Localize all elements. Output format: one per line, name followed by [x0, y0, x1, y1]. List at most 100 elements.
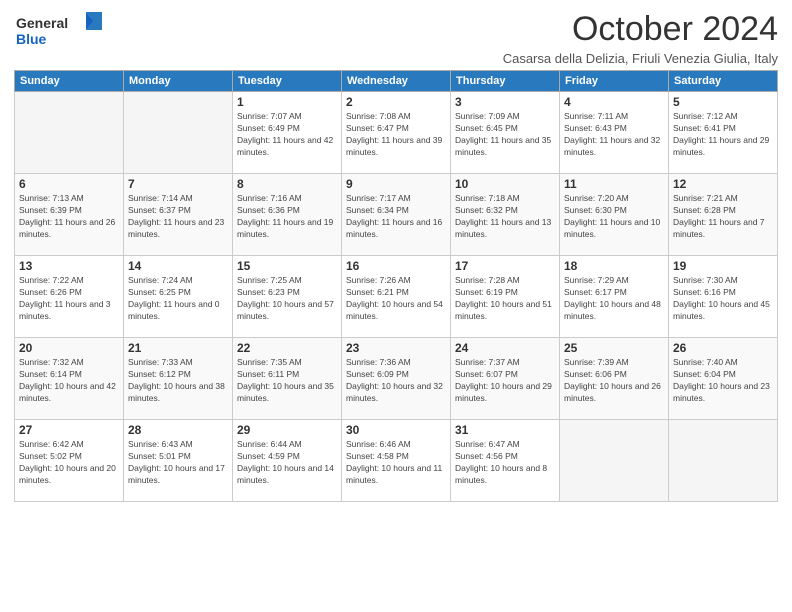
day-info: Sunrise: 7:26 AMSunset: 6:21 PMDaylight:…: [346, 275, 446, 323]
day-number: 10: [455, 177, 555, 191]
day-number: 6: [19, 177, 119, 191]
day-info: Sunrise: 6:42 AMSunset: 5:02 PMDaylight:…: [19, 439, 119, 487]
calendar-cell: 13 Sunrise: 7:22 AMSunset: 6:26 PMDayligh…: [15, 256, 124, 338]
day-info: Sunrise: 7:33 AMSunset: 6:12 PMDaylight:…: [128, 357, 228, 405]
calendar-cell: 11 Sunrise: 7:20 AMSunset: 6:30 PMDayligh…: [560, 174, 669, 256]
day-number: 23: [346, 341, 446, 355]
col-tuesday: Tuesday: [233, 71, 342, 92]
day-info: Sunrise: 7:25 AMSunset: 6:23 PMDaylight:…: [237, 275, 337, 323]
col-friday: Friday: [560, 71, 669, 92]
day-info: Sunrise: 7:16 AMSunset: 6:36 PMDaylight:…: [237, 193, 337, 241]
day-number: 17: [455, 259, 555, 273]
day-number: 5: [673, 95, 773, 109]
day-info: Sunrise: 7:09 AMSunset: 6:45 PMDaylight:…: [455, 111, 555, 159]
col-sunday: Sunday: [15, 71, 124, 92]
day-number: 28: [128, 423, 228, 437]
calendar-cell: 2Sunrise: 7:08 AMSunset: 6:47 PMDaylight…: [342, 92, 451, 174]
calendar-cell: 25 Sunrise: 7:39 AMSunset: 6:06 PMDayligh…: [560, 338, 669, 420]
svg-text:General: General: [16, 15, 68, 31]
calendar-table: Sunday Monday Tuesday Wednesday Thursday…: [14, 70, 778, 502]
title-block: October 2024 Casarsa della Delizia, Friu…: [503, 10, 778, 66]
calendar-cell: 16 Sunrise: 7:26 AMSunset: 6:21 PMDayligh…: [342, 256, 451, 338]
day-number: 31: [455, 423, 555, 437]
day-info: Sunrise: 7:36 AMSunset: 6:09 PMDaylight:…: [346, 357, 446, 405]
day-info: Sunrise: 7:39 AMSunset: 6:06 PMDaylight:…: [564, 357, 664, 405]
day-info: Sunrise: 7:29 AMSunset: 6:17 PMDaylight:…: [564, 275, 664, 323]
day-number: 13: [19, 259, 119, 273]
calendar-row-5: 27Sunrise: 6:42 AMSunset: 5:02 PMDayligh…: [15, 420, 778, 502]
calendar-cell: 21 Sunrise: 7:33 AMSunset: 6:12 PMDayligh…: [124, 338, 233, 420]
calendar-row-4: 20 Sunrise: 7:32 AMSunset: 6:14 PMDayligh…: [15, 338, 778, 420]
day-number: 9: [346, 177, 446, 191]
calendar-cell: 3Sunrise: 7:09 AMSunset: 6:45 PMDaylight…: [451, 92, 560, 174]
day-info: Sunrise: 7:40 AMSunset: 6:04 PMDaylight:…: [673, 357, 773, 405]
col-saturday: Saturday: [669, 71, 778, 92]
logo: General Blue: [14, 10, 104, 48]
calendar-cell: 8 Sunrise: 7:16 AMSunset: 6:36 PMDaylight…: [233, 174, 342, 256]
calendar-cell: 18 Sunrise: 7:29 AMSunset: 6:17 PMDayligh…: [560, 256, 669, 338]
calendar-cell: [669, 420, 778, 502]
calendar-cell: 17Sunrise: 7:28 AMSunset: 6:19 PMDayligh…: [451, 256, 560, 338]
day-number: 11: [564, 177, 664, 191]
month-title: October 2024: [503, 10, 778, 49]
day-number: 7: [128, 177, 228, 191]
calendar-row-3: 13 Sunrise: 7:22 AMSunset: 6:26 PMDayligh…: [15, 256, 778, 338]
calendar-cell: 28 Sunrise: 6:43 AMSunset: 5:01 PMDayligh…: [124, 420, 233, 502]
day-number: 19: [673, 259, 773, 273]
calendar-cell: 26 Sunrise: 7:40 AMSunset: 6:04 PMDayligh…: [669, 338, 778, 420]
calendar-cell: 14Sunrise: 7:24 AMSunset: 6:25 PMDayligh…: [124, 256, 233, 338]
location: Casarsa della Delizia, Friuli Venezia Gi…: [503, 51, 778, 66]
calendar-row-1: 1Sunrise: 7:07 AMSunset: 6:49 PMDaylight…: [15, 92, 778, 174]
calendar-row-2: 6Sunrise: 7:13 AMSunset: 6:39 PMDaylight…: [15, 174, 778, 256]
day-number: 16: [346, 259, 446, 273]
day-info: Sunrise: 7:22 AMSunset: 6:26 PMDaylight:…: [19, 275, 119, 323]
day-number: 15: [237, 259, 337, 273]
day-info: Sunrise: 7:32 AMSunset: 6:14 PMDaylight:…: [19, 357, 119, 405]
day-number: 12: [673, 177, 773, 191]
day-info: Sunrise: 6:47 AMSunset: 4:56 PMDaylight:…: [455, 439, 555, 487]
calendar-cell: 4 Sunrise: 7:11 AMSunset: 6:43 PMDaylight…: [560, 92, 669, 174]
calendar-cell: 19Sunrise: 7:30 AMSunset: 6:16 PMDayligh…: [669, 256, 778, 338]
day-number: 30: [346, 423, 446, 437]
day-number: 18: [564, 259, 664, 273]
col-thursday: Thursday: [451, 71, 560, 92]
day-info: Sunrise: 7:11 AMSunset: 6:43 PMDaylight:…: [564, 111, 664, 159]
page: General Blue October 2024 Casarsa della …: [0, 0, 792, 510]
calendar-cell: 24Sunrise: 7:37 AMSunset: 6:07 PMDayligh…: [451, 338, 560, 420]
day-number: 8: [237, 177, 337, 191]
day-info: Sunrise: 7:14 AMSunset: 6:37 PMDaylight:…: [128, 193, 228, 241]
day-info: Sunrise: 6:44 AMSunset: 4:59 PMDaylight:…: [237, 439, 337, 487]
day-info: Sunrise: 6:43 AMSunset: 5:01 PMDaylight:…: [128, 439, 228, 487]
day-info: Sunrise: 7:07 AMSunset: 6:49 PMDaylight:…: [237, 111, 337, 159]
day-number: 21: [128, 341, 228, 355]
calendar-cell: 5Sunrise: 7:12 AMSunset: 6:41 PMDaylight…: [669, 92, 778, 174]
day-info: Sunrise: 7:35 AMSunset: 6:11 PMDaylight:…: [237, 357, 337, 405]
day-info: Sunrise: 7:21 AMSunset: 6:28 PMDaylight:…: [673, 193, 773, 241]
calendar-cell: [560, 420, 669, 502]
calendar-cell: 10 Sunrise: 7:18 AMSunset: 6:32 PMDayligh…: [451, 174, 560, 256]
day-number: 14: [128, 259, 228, 273]
calendar-cell: 22 Sunrise: 7:35 AMSunset: 6:11 PMDayligh…: [233, 338, 342, 420]
day-info: Sunrise: 7:20 AMSunset: 6:30 PMDaylight:…: [564, 193, 664, 241]
day-number: 2: [346, 95, 446, 109]
day-number: 22: [237, 341, 337, 355]
day-number: 29: [237, 423, 337, 437]
col-monday: Monday: [124, 71, 233, 92]
calendar-cell: 27Sunrise: 6:42 AMSunset: 5:02 PMDayligh…: [15, 420, 124, 502]
header: General Blue October 2024 Casarsa della …: [14, 10, 778, 66]
day-info: Sunrise: 7:37 AMSunset: 6:07 PMDaylight:…: [455, 357, 555, 405]
day-number: 4: [564, 95, 664, 109]
calendar-cell: 12 Sunrise: 7:21 AMSunset: 6:28 PMDayligh…: [669, 174, 778, 256]
day-info: Sunrise: 6:46 AMSunset: 4:58 PMDaylight:…: [346, 439, 446, 487]
day-info: Sunrise: 7:18 AMSunset: 6:32 PMDaylight:…: [455, 193, 555, 241]
calendar-cell: 23 Sunrise: 7:36 AMSunset: 6:09 PMDayligh…: [342, 338, 451, 420]
logo-svg: General Blue: [14, 10, 104, 48]
calendar-cell: [124, 92, 233, 174]
calendar-cell: 20 Sunrise: 7:32 AMSunset: 6:14 PMDayligh…: [15, 338, 124, 420]
day-number: 25: [564, 341, 664, 355]
calendar-cell: 1Sunrise: 7:07 AMSunset: 6:49 PMDaylight…: [233, 92, 342, 174]
calendar-cell: 29 Sunrise: 6:44 AMSunset: 4:59 PMDayligh…: [233, 420, 342, 502]
day-number: 26: [673, 341, 773, 355]
calendar-cell: 30 Sunrise: 6:46 AMSunset: 4:58 PMDayligh…: [342, 420, 451, 502]
day-number: 20: [19, 341, 119, 355]
